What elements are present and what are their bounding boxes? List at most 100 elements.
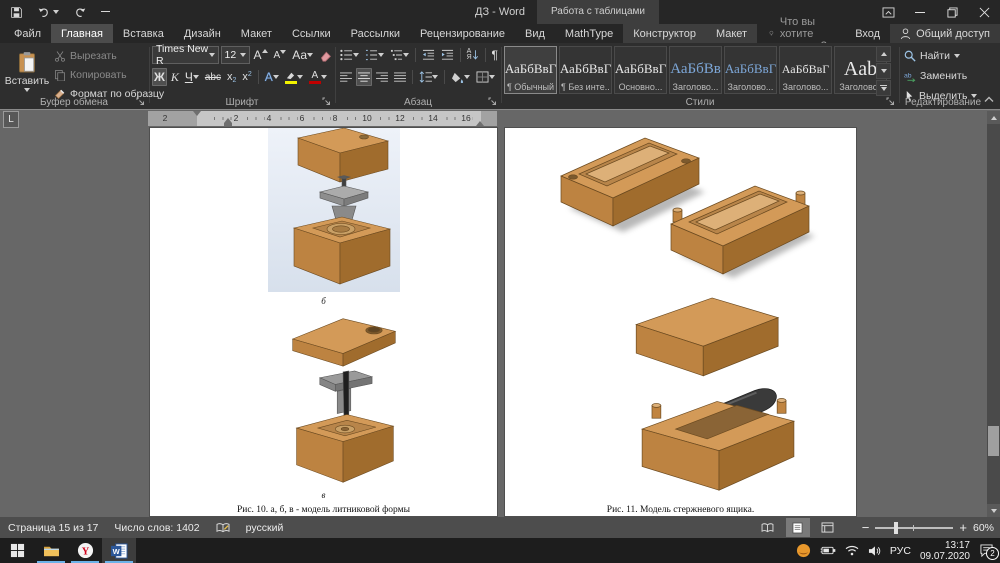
taskbar-yandex-browser[interactable]: Y — [68, 538, 102, 563]
tray-app-icon[interactable] — [796, 543, 811, 558]
web-layout-icon[interactable] — [816, 518, 840, 537]
style-heading1[interactable]: АаБбВв Заголово... — [669, 46, 722, 94]
volume-icon[interactable] — [868, 545, 881, 557]
language-indicator[interactable]: русский — [246, 522, 284, 534]
show-marks-button[interactable]: ¶ — [490, 46, 500, 64]
figure10-caption[interactable]: Рис. 10. а, б, в - модель литниковой фор… — [150, 505, 497, 515]
proofing-icon[interactable] — [216, 522, 230, 534]
shading-button[interactable] — [449, 68, 472, 86]
right-indent-marker[interactable] — [476, 121, 484, 126]
tab-file[interactable]: Файл — [4, 24, 51, 43]
scroll-down-icon[interactable] — [987, 504, 1000, 517]
word-count[interactable]: Число слов: 1402 — [114, 522, 199, 534]
numbering-button[interactable] — [363, 46, 386, 64]
bullets-button[interactable] — [338, 46, 361, 64]
style-no-spacing[interactable]: АаБбВвГ ¶ Без инте... — [559, 46, 612, 94]
page-right[interactable]: Рис. 11. Модель стержневого ящика. — [505, 128, 856, 516]
style-body-text[interactable]: АаБбВвГ Основно... — [614, 46, 667, 94]
decrease-indent-button[interactable] — [420, 46, 437, 64]
ribbon-display-options-icon[interactable] — [872, 0, 904, 24]
zoom-level[interactable]: 60% — [973, 522, 994, 534]
italic-button[interactable]: К — [169, 68, 181, 86]
input-language[interactable]: РУС — [890, 545, 911, 557]
clear-formatting-button[interactable] — [317, 46, 334, 64]
line-spacing-button[interactable] — [417, 68, 440, 86]
paste-button[interactable]: Вставить — [5, 47, 49, 95]
tab-layout[interactable]: Макет — [231, 24, 282, 43]
print-layout-icon[interactable] — [786, 518, 810, 537]
tab-review[interactable]: Рецензирование — [410, 24, 515, 43]
cut-button[interactable]: Вырезать — [54, 48, 164, 64]
style-normal[interactable]: АаБбВвГ ¶ Обычный — [504, 46, 557, 94]
replace-button[interactable]: ab Заменить — [904, 68, 977, 84]
share-button[interactable]: Общий доступ — [890, 24, 1000, 43]
styles-scroll-up-icon[interactable] — [876, 46, 891, 62]
read-mode-icon[interactable] — [756, 518, 780, 537]
page-left[interactable]: б — [150, 128, 497, 516]
left-indent-marker[interactable] — [224, 123, 232, 126]
copy-button[interactable]: Копировать — [54, 67, 164, 83]
clipboard-dialog-launcher-icon[interactable] — [136, 97, 146, 107]
font-size-input[interactable]: 12 — [221, 46, 250, 64]
minimize-icon[interactable] — [904, 0, 936, 24]
strikethrough-button[interactable]: abc — [203, 68, 223, 86]
increase-indent-button[interactable] — [439, 46, 456, 64]
bold-button[interactable]: Ж — [152, 68, 167, 86]
collapse-ribbon-icon[interactable] — [984, 96, 994, 103]
align-center-button[interactable] — [356, 68, 372, 86]
font-name-input[interactable]: Times New R — [152, 46, 219, 64]
shrink-font-button[interactable]: А — [272, 46, 289, 64]
multilevel-list-button[interactable] — [388, 46, 411, 64]
tab-table-layout[interactable]: Макет — [706, 24, 757, 43]
tab-table-design[interactable]: Конструктор — [623, 24, 706, 43]
zoom-slider[interactable] — [875, 527, 953, 529]
highlight-color-button[interactable] — [283, 68, 305, 86]
justify-button[interactable] — [392, 68, 408, 86]
style-heading3[interactable]: АаБбВвГ Заголово... — [779, 46, 832, 94]
horizontal-ruler[interactable]: 2 2 4 6 8 10 12 14 16 — [148, 111, 497, 126]
styles-more-icon[interactable] — [876, 80, 891, 96]
underline-button[interactable]: Ч — [183, 68, 201, 86]
font-dialog-launcher-icon[interactable] — [322, 97, 332, 107]
tab-stop-selector[interactable]: L — [3, 111, 19, 128]
subscript-button[interactable]: x2 — [225, 68, 238, 86]
close-icon[interactable] — [968, 0, 1000, 24]
taskbar-word[interactable]: W — [102, 538, 136, 563]
figure11-caption[interactable]: Рис. 11. Модель стержневого ящика. — [505, 505, 856, 515]
sign-in-button[interactable]: Вход — [845, 24, 890, 43]
font-color-button[interactable]: А — [307, 68, 329, 86]
find-button[interactable]: Найти — [904, 48, 977, 64]
wifi-icon[interactable] — [845, 545, 859, 556]
figure-mold-b[interactable] — [268, 128, 400, 292]
tab-mathtype[interactable]: MathType — [555, 24, 623, 43]
restore-icon[interactable] — [936, 0, 968, 24]
paragraph-dialog-launcher-icon[interactable] — [488, 97, 498, 107]
tell-me-box[interactable]: Что вы хотите сделать? — [757, 24, 845, 43]
change-case-button[interactable]: Аа — [290, 46, 315, 64]
styles-scroll-down-icon[interactable] — [876, 63, 891, 79]
start-button[interactable] — [0, 538, 34, 563]
styles-dialog-launcher-icon[interactable] — [886, 97, 896, 107]
align-left-button[interactable] — [338, 68, 354, 86]
style-heading2[interactable]: АаБбВвГ Заголово... — [724, 46, 777, 94]
align-right-button[interactable] — [374, 68, 390, 86]
tab-home[interactable]: Главная — [51, 24, 113, 43]
page-indicator[interactable]: Страница 15 из 17 — [8, 522, 98, 534]
taskbar-file-explorer[interactable] — [34, 538, 68, 563]
tab-view[interactable]: Вид — [515, 24, 555, 43]
superscript-button[interactable]: x2 — [240, 68, 253, 86]
text-effects-button[interactable]: А — [263, 68, 281, 86]
tab-mailings[interactable]: Рассылки — [341, 24, 410, 43]
action-center-button[interactable]: 2 — [979, 544, 994, 557]
tab-design[interactable]: Дизайн — [174, 24, 231, 43]
figure-corebox-halves[interactable] — [553, 130, 825, 292]
borders-button[interactable] — [474, 68, 497, 86]
battery-icon[interactable] — [820, 545, 836, 556]
tab-insert[interactable]: Вставка — [113, 24, 174, 43]
taskbar-clock[interactable]: 13:17 09.07.2020 — [920, 540, 970, 562]
vertical-scrollbar[interactable] — [987, 111, 1000, 517]
scroll-up-icon[interactable] — [987, 111, 1000, 124]
zoom-slider-thumb[interactable] — [894, 522, 898, 534]
grow-font-button[interactable]: А — [252, 46, 270, 64]
figure-corebox-core[interactable] — [617, 295, 822, 502]
